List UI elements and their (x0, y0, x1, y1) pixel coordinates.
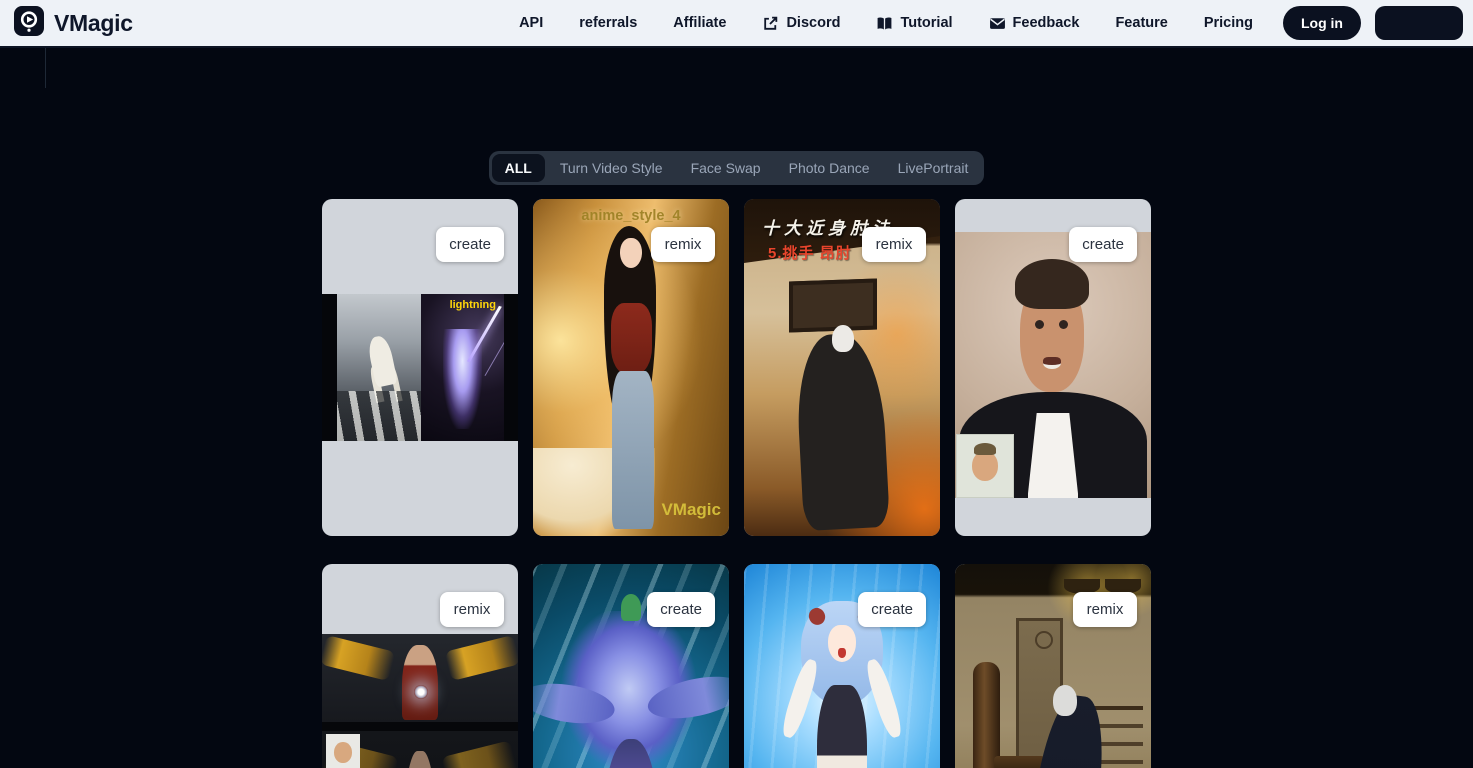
robot-arm-shape (442, 740, 518, 768)
armored-figure (402, 751, 437, 768)
robot-arm-shape (322, 635, 395, 681)
reference-face-inset (326, 734, 360, 768)
envelope-icon (989, 15, 1006, 32)
nav-item-feedback[interactable]: Feedback (989, 15, 1080, 32)
vmagic-watermark: VMagic (661, 500, 721, 520)
create-button[interactable]: create (858, 592, 926, 627)
nav-links: API referrals Affiliate Discord (519, 15, 1253, 32)
brand-name: VMagic (54, 10, 133, 37)
left-edge-tick (45, 48, 46, 88)
video-thumbnail[interactable]: lightning (322, 294, 518, 441)
arm-shape (863, 658, 905, 740)
blank-dark-button[interactable] (1375, 6, 1463, 40)
red-top-shape (611, 303, 651, 374)
brand-logo[interactable]: VMagic (14, 6, 133, 41)
style-label: anime_style_4 (533, 208, 729, 224)
external-link-icon (762, 15, 779, 32)
gallery-card-wooden-dummy[interactable]: remix (955, 564, 1151, 768)
filter-tabs-wrapper: ALL Turn Video Style Face Swap Photo Dan… (0, 151, 1473, 185)
remix-button[interactable]: remix (862, 227, 926, 262)
remix-button[interactable]: remix (651, 227, 715, 262)
gallery-card-dance-compare[interactable]: lightning create (322, 199, 518, 536)
nav-item-pricing[interactable]: Pricing (1204, 15, 1253, 31)
login-button[interactable]: Log in (1283, 6, 1361, 40)
dummy-arm-shape (994, 756, 1045, 768)
face-shape (620, 238, 642, 268)
armored-figure (402, 645, 437, 721)
crosswalk-floor (337, 391, 421, 441)
tab-all[interactable]: ALL (492, 154, 545, 182)
arm-shape (779, 658, 821, 740)
jeans-shape (612, 371, 653, 529)
wooden-dummy-shape (973, 662, 1000, 768)
nav-item-affiliate[interactable]: Affiliate (673, 15, 726, 31)
create-button[interactable]: create (647, 592, 715, 627)
anime-dance-frame: lightning (421, 294, 504, 441)
inset-face-shape (972, 451, 998, 481)
dancer-figure (366, 334, 398, 387)
eye-shape (1059, 320, 1068, 329)
nav-item-tutorial[interactable]: Tutorial (876, 15, 952, 32)
wall-frame-shape (789, 278, 877, 332)
sprout-shape (621, 594, 641, 621)
gallery-card-anime-girl[interactable]: create (744, 564, 940, 768)
nav-item-discord[interactable]: Discord (762, 15, 840, 32)
mouth-shape (838, 648, 845, 658)
hair-shape (1015, 259, 1089, 310)
tab-turn-video-style[interactable]: Turn Video Style (547, 154, 676, 182)
tab-photo-dance[interactable]: Photo Dance (776, 154, 883, 182)
nav-item-feature[interactable]: Feature (1115, 15, 1167, 31)
technique-subtitle: 5.挑手 昂肘 (768, 242, 852, 263)
play-device-icon (14, 6, 44, 41)
gallery-grid: lightning create anime_style_4 VMagic re… (322, 199, 1151, 768)
filter-tabs: ALL Turn Video Style Face Swap Photo Dan… (489, 151, 985, 185)
create-button[interactable]: create (1069, 227, 1137, 262)
gallery-card-underwater[interactable]: VMagic create (533, 564, 729, 768)
lightning-caption: lightning (450, 299, 496, 311)
white-hair-shape (1053, 685, 1077, 715)
original-dance-frame (337, 294, 421, 441)
white-hair-shape (832, 325, 854, 352)
gallery-card-ironman-faceswap[interactable]: remix (322, 564, 518, 768)
outfit-shape (817, 685, 868, 768)
reference-face-inset (956, 434, 1014, 498)
gallery-card-kungfu[interactable]: 十大近身肘法 5.挑手 昂肘 remix (744, 199, 940, 536)
tab-liveportrait[interactable]: LivePortrait (885, 154, 982, 182)
robot-arm-shape (445, 635, 518, 681)
inset-face-shape (334, 742, 352, 763)
nav-item-api[interactable]: API (519, 15, 543, 31)
tab-face-swap[interactable]: Face Swap (678, 154, 774, 182)
video-frame-top[interactable] (322, 634, 518, 722)
book-icon (876, 15, 893, 32)
nav-item-referrals[interactable]: referrals (579, 15, 637, 31)
create-button[interactable]: create (436, 227, 504, 262)
gallery-card-anime-style[interactable]: anime_style_4 VMagic remix (533, 199, 729, 536)
remix-button[interactable]: remix (440, 592, 504, 627)
top-navbar: VMagic API referrals Affiliate Discord (0, 0, 1473, 48)
gallery-card-faceswap-portrait[interactable]: create (955, 199, 1151, 536)
fighter-figure (794, 332, 890, 532)
frame-divider (322, 722, 518, 731)
remix-button[interactable]: remix (1073, 592, 1137, 627)
inset-hair-shape (974, 443, 996, 455)
